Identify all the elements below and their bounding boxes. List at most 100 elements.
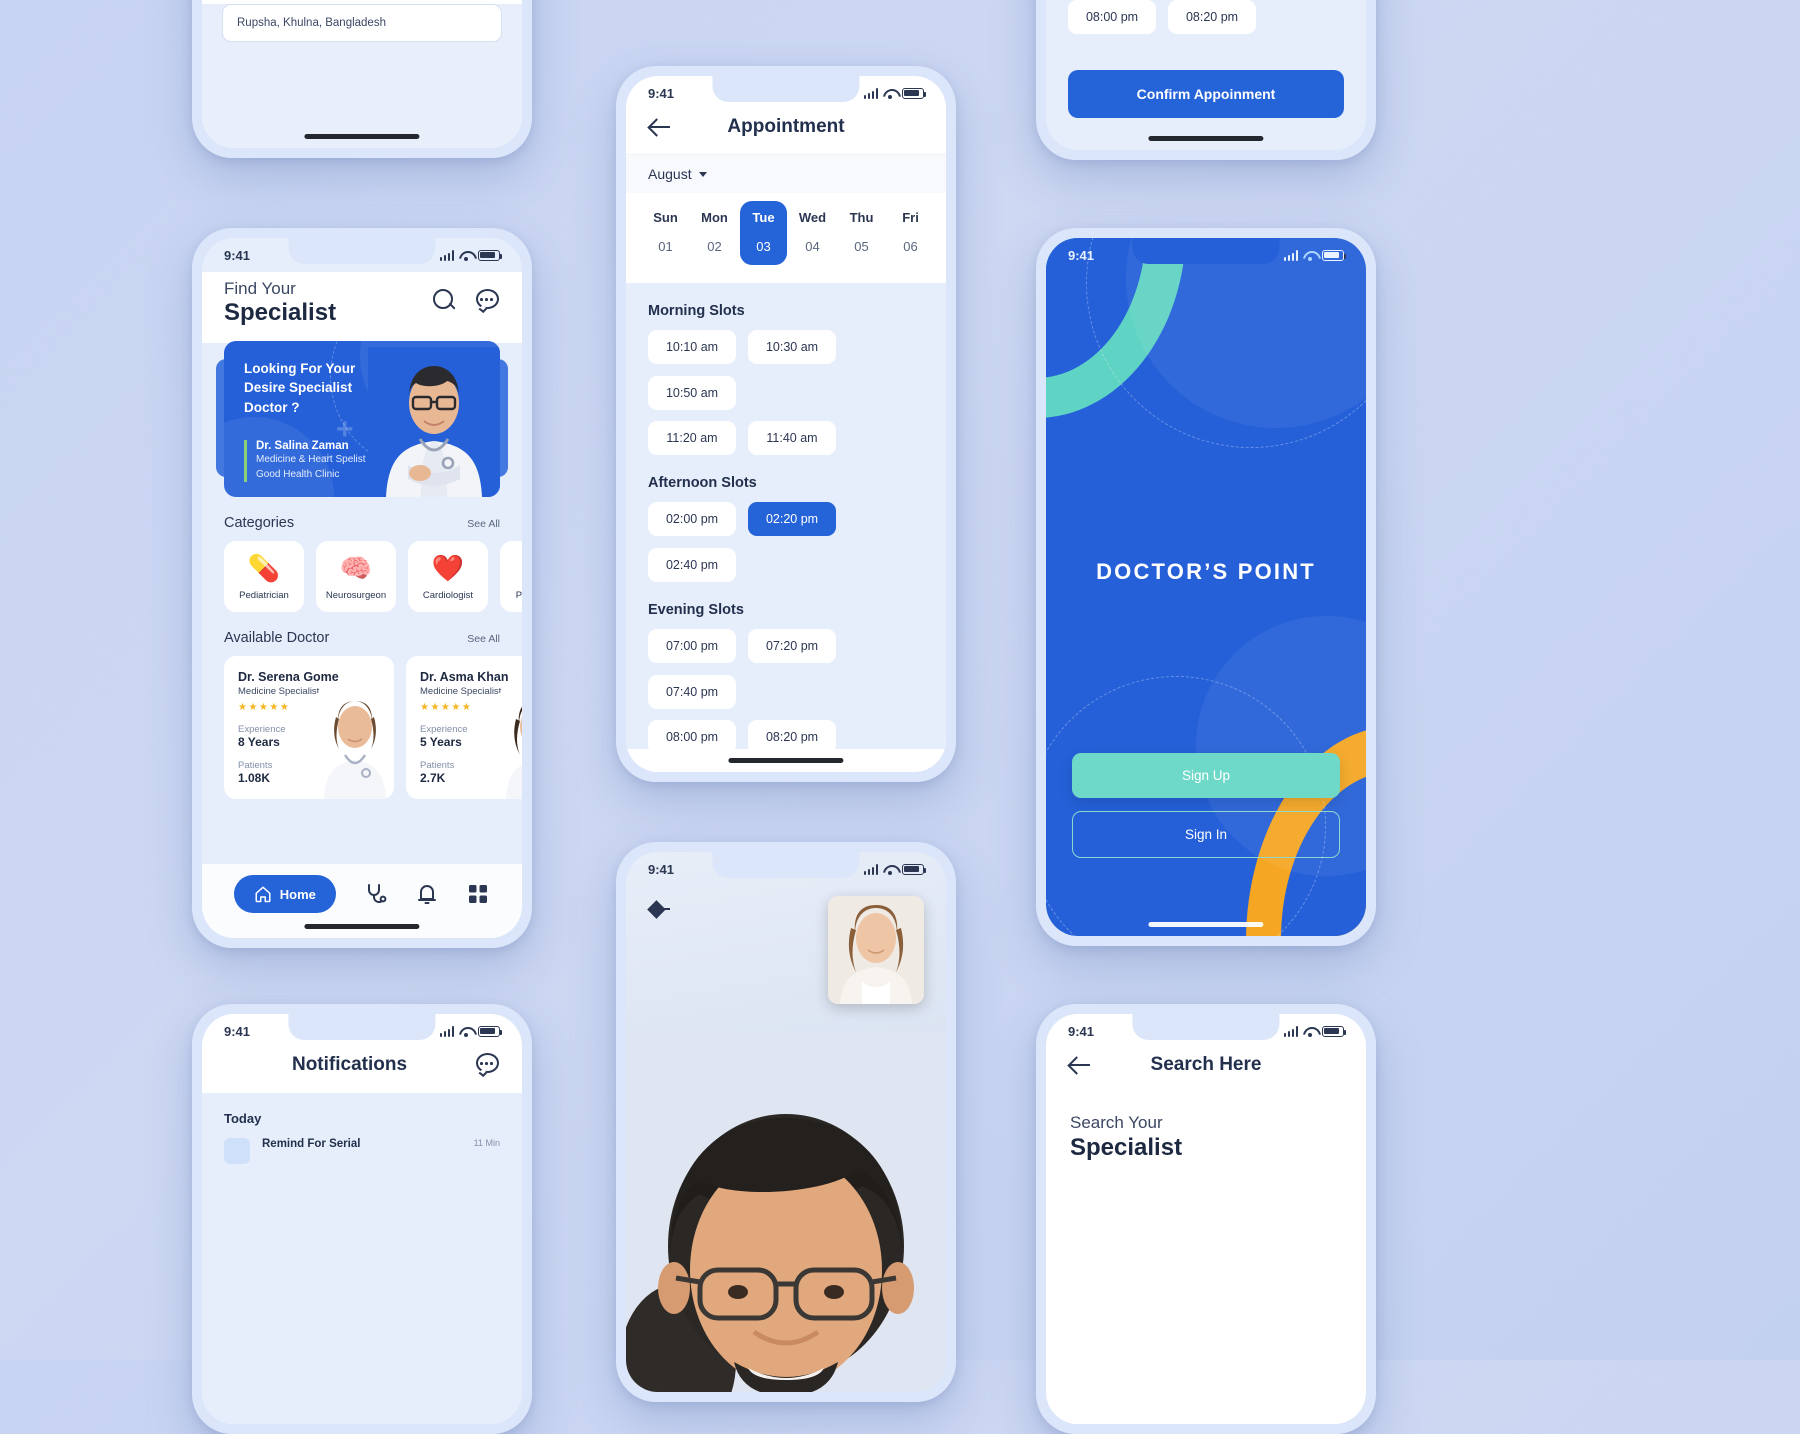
time-slot[interactable]: 07:00 pm (648, 629, 736, 663)
status-time: 9:41 (648, 861, 675, 877)
notification-item[interactable]: Remind For Serial 11 Min (224, 1138, 500, 1164)
chat-dots (480, 1062, 493, 1065)
doctor-photo (498, 692, 522, 799)
category-label: Cardiologist (422, 589, 474, 601)
bell-icon[interactable] (415, 882, 439, 906)
signal-icon (439, 1025, 454, 1037)
time-slot[interactable]: 10:30 am (748, 330, 836, 364)
month-selector[interactable]: August (626, 154, 946, 193)
categories-row: 💊 Pediatrician 🧠 Neurosurgeon ❤️ Cardiol… (202, 540, 522, 612)
available-doctor-see-all[interactable]: See All (467, 633, 500, 645)
signal-icon (863, 87, 878, 99)
chat-dots (480, 298, 493, 301)
status-time: 9:41 (1068, 247, 1095, 263)
day-cell[interactable]: Mon 02 (691, 201, 738, 265)
title-line-2: Specialist (224, 299, 337, 327)
time-slot-selected[interactable]: 02:20 pm (748, 502, 836, 536)
phone-appointment: 9:41 Appointment August Sun 01 Mon 02 Tu… (616, 66, 956, 782)
doctor-card[interactable]: Dr. Asma Khan Medicine Specialist ★★★★★ … (406, 655, 522, 799)
signal-icon (439, 249, 454, 261)
day-cell[interactable]: Sat 07 (936, 201, 946, 265)
confirm-appointment-button[interactable]: Confirm Appoinment (1068, 70, 1344, 118)
day-cell[interactable]: Thu 05 (838, 201, 885, 265)
day-strip[interactable]: Sun 01 Mon 02 Tue 03 Wed 04 Thu 05 Fri 0… (626, 193, 946, 283)
doctor-card[interactable]: Dr. Serena Gome Medicine Specialist ★★★★… (224, 655, 394, 799)
month-label: August (648, 166, 692, 182)
time-slot[interactable]: 08:20 pm (748, 720, 836, 754)
back-arrow-icon[interactable] (648, 114, 674, 140)
chat-icon[interactable] (475, 1052, 500, 1077)
screen-appointment-tail: 08:00 pm 08:20 pm Confirm Appoinment (1046, 0, 1366, 150)
categories-see-all[interactable]: See All (467, 518, 500, 530)
time-slot[interactable]: 11:40 am (748, 421, 836, 455)
category-card[interactable]: 💊 Pediatrician (224, 540, 304, 612)
evening-slots-label: Evening Slots (648, 602, 744, 618)
day-cell-selected[interactable]: Tue 03 (740, 201, 787, 265)
phone-address-screen: Rupsha, Khulna, Bangladesh (192, 0, 532, 158)
notification-text: Remind For Serial (262, 1138, 361, 1150)
status-icons (1283, 1025, 1347, 1037)
sign-in-button[interactable]: Sign In (1072, 811, 1340, 858)
banner-doctor-photo (368, 346, 500, 497)
chevron-down-icon (698, 171, 707, 177)
promo-banner[interactable]: + + + Looking For Your Desire Specialist… (224, 340, 500, 497)
category-card[interactable]: 🤯 Psychiatrist (500, 540, 522, 612)
search-header: Search Here (1046, 1048, 1366, 1094)
time-slot[interactable]: 07:20 pm (748, 629, 836, 663)
day-number: 04 (805, 239, 820, 254)
sign-up-button[interactable]: Sign Up (1072, 753, 1340, 798)
tab-home[interactable]: Home (233, 875, 336, 913)
day-cell[interactable]: Fri 06 (887, 201, 934, 265)
search-title-line-1: Search Your (1070, 1113, 1163, 1132)
search-icon[interactable] (432, 288, 457, 313)
status-time: 9:41 (224, 1023, 251, 1039)
day-cell[interactable]: Sun 01 (642, 201, 689, 265)
remote-participant-video (626, 1032, 946, 1392)
status-bar: 9:41 (202, 238, 522, 272)
day-cell[interactable]: Wed 04 (789, 201, 836, 265)
time-slot[interactable]: 10:50 am (648, 376, 736, 410)
phone-splash: 9:41 DOCTOR’S POINT Sign Up Sign In (1036, 228, 1376, 946)
time-slot[interactable]: 07:40 pm (648, 675, 736, 709)
status-time: 9:41 (224, 247, 251, 263)
categories-label: Categories (224, 514, 295, 531)
self-view-thumbnail[interactable] (828, 896, 924, 1004)
screen-appointment: 9:41 Appointment August Sun 01 Mon 02 Tu… (626, 76, 946, 772)
mockup-canvas: Rupsha, Khulna, Bangladesh 08:00 pm 08:2… (0, 0, 1800, 1434)
time-slot[interactable]: 02:00 pm (648, 502, 736, 536)
home-indicator (1148, 922, 1264, 927)
category-card[interactable]: ❤️ Cardiologist (408, 540, 488, 612)
available-doctor-label: Available Doctor (224, 629, 330, 646)
wifi-icon (1303, 250, 1317, 261)
page-title: Appointment (727, 116, 845, 137)
time-slot[interactable]: 08:00 pm (648, 720, 736, 754)
category-card[interactable]: 🧠 Neurosurgeon (316, 540, 396, 612)
doctor-photo (316, 692, 394, 799)
address-field[interactable]: Rupsha, Khulna, Bangladesh (222, 4, 502, 42)
evening-slot-row-tail: 08:00 pm 08:20 pm (1068, 0, 1344, 34)
time-slot[interactable]: 02:40 pm (648, 548, 736, 582)
time-slot[interactable]: 08:00 pm (1068, 0, 1156, 34)
time-slot[interactable]: 08:20 pm (1168, 0, 1256, 34)
day-name: Sun (653, 210, 678, 225)
back-arrow-icon[interactable] (1068, 1052, 1094, 1078)
time-slot[interactable]: 10:10 am (648, 330, 736, 364)
home-indicator (304, 924, 420, 929)
header-actions (432, 278, 500, 313)
day-number: 01 (658, 239, 673, 254)
stethoscope-icon[interactable] (363, 882, 387, 906)
chat-tail (478, 1069, 488, 1077)
chat-icon[interactable] (475, 288, 500, 313)
wifi-icon (459, 1026, 473, 1037)
evening-slot-row-1: 07:00 pm 07:20 pm 07:40 pm (648, 629, 924, 709)
status-bar: 9:41 (626, 852, 946, 886)
battery-icon (1322, 249, 1347, 261)
wifi-icon (459, 250, 473, 261)
back-arrow-icon[interactable] (648, 896, 674, 922)
morning-slot-row-2: 11:20 am 11:40 am (648, 421, 924, 455)
time-slot[interactable]: 11:20 am (648, 421, 736, 455)
grid-icon[interactable] (466, 882, 490, 906)
phone-home: 9:41 Find Your Specialist + + Looking Fo… (192, 228, 532, 948)
wifi-icon (1303, 1026, 1317, 1037)
